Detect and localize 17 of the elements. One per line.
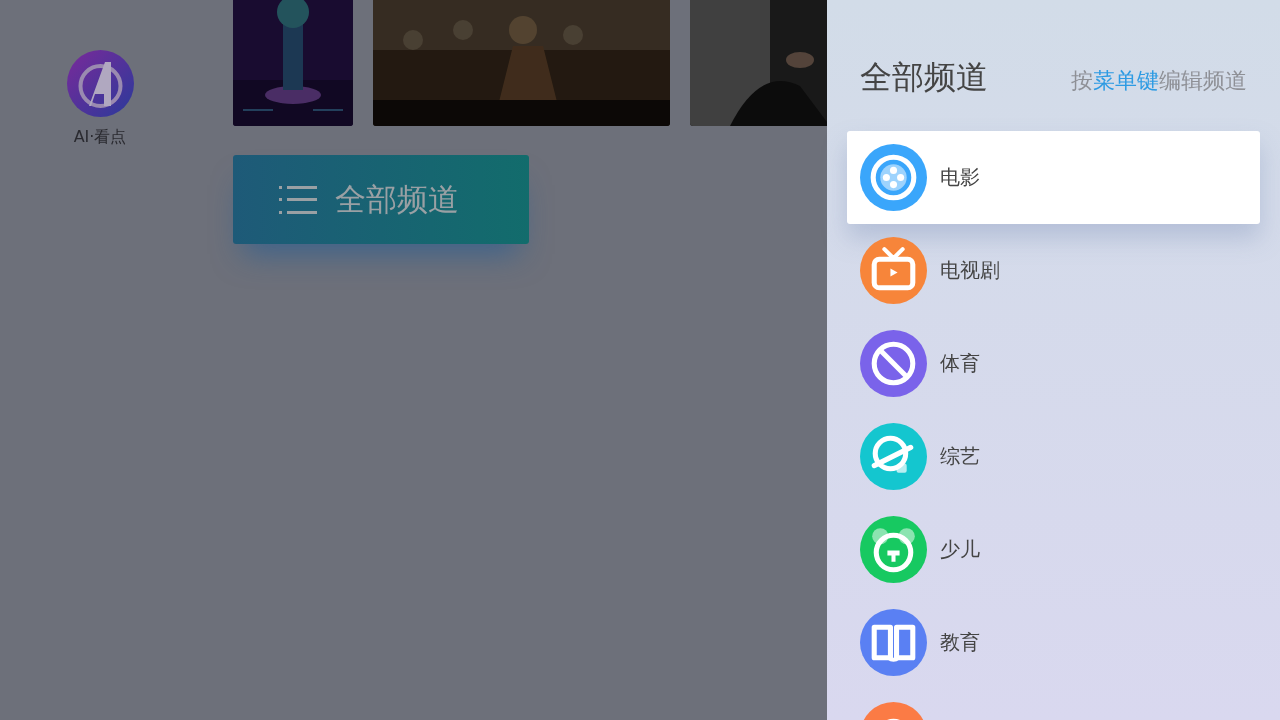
channel-item[interactable]: 综艺 — [847, 410, 1260, 503]
channel-item[interactable]: 电影 — [847, 131, 1260, 224]
channel-label: 电影 — [940, 164, 980, 191]
channel-label: 少儿 — [940, 536, 980, 563]
channel-label: 综艺 — [940, 443, 980, 470]
channel-item[interactable]: 教育 — [847, 596, 1260, 689]
channel-item[interactable]: 少儿 — [847, 503, 1260, 596]
channel-item[interactable]: 体育 — [847, 317, 1260, 410]
menu-icon — [279, 183, 317, 216]
logo-label: AI·看点 — [73, 127, 127, 148]
channel-item[interactable]: 电视剧 — [847, 224, 1260, 317]
panel-title: 全部频道 — [860, 57, 988, 98]
channel-label: 电视剧 — [940, 257, 1000, 284]
channel-label: 体育 — [940, 350, 980, 377]
logo-icon[interactable] — [66, 50, 134, 117]
hint-text: 按菜单键编辑频道 — [1071, 67, 1247, 95]
channel-label: 教育 — [940, 629, 980, 656]
